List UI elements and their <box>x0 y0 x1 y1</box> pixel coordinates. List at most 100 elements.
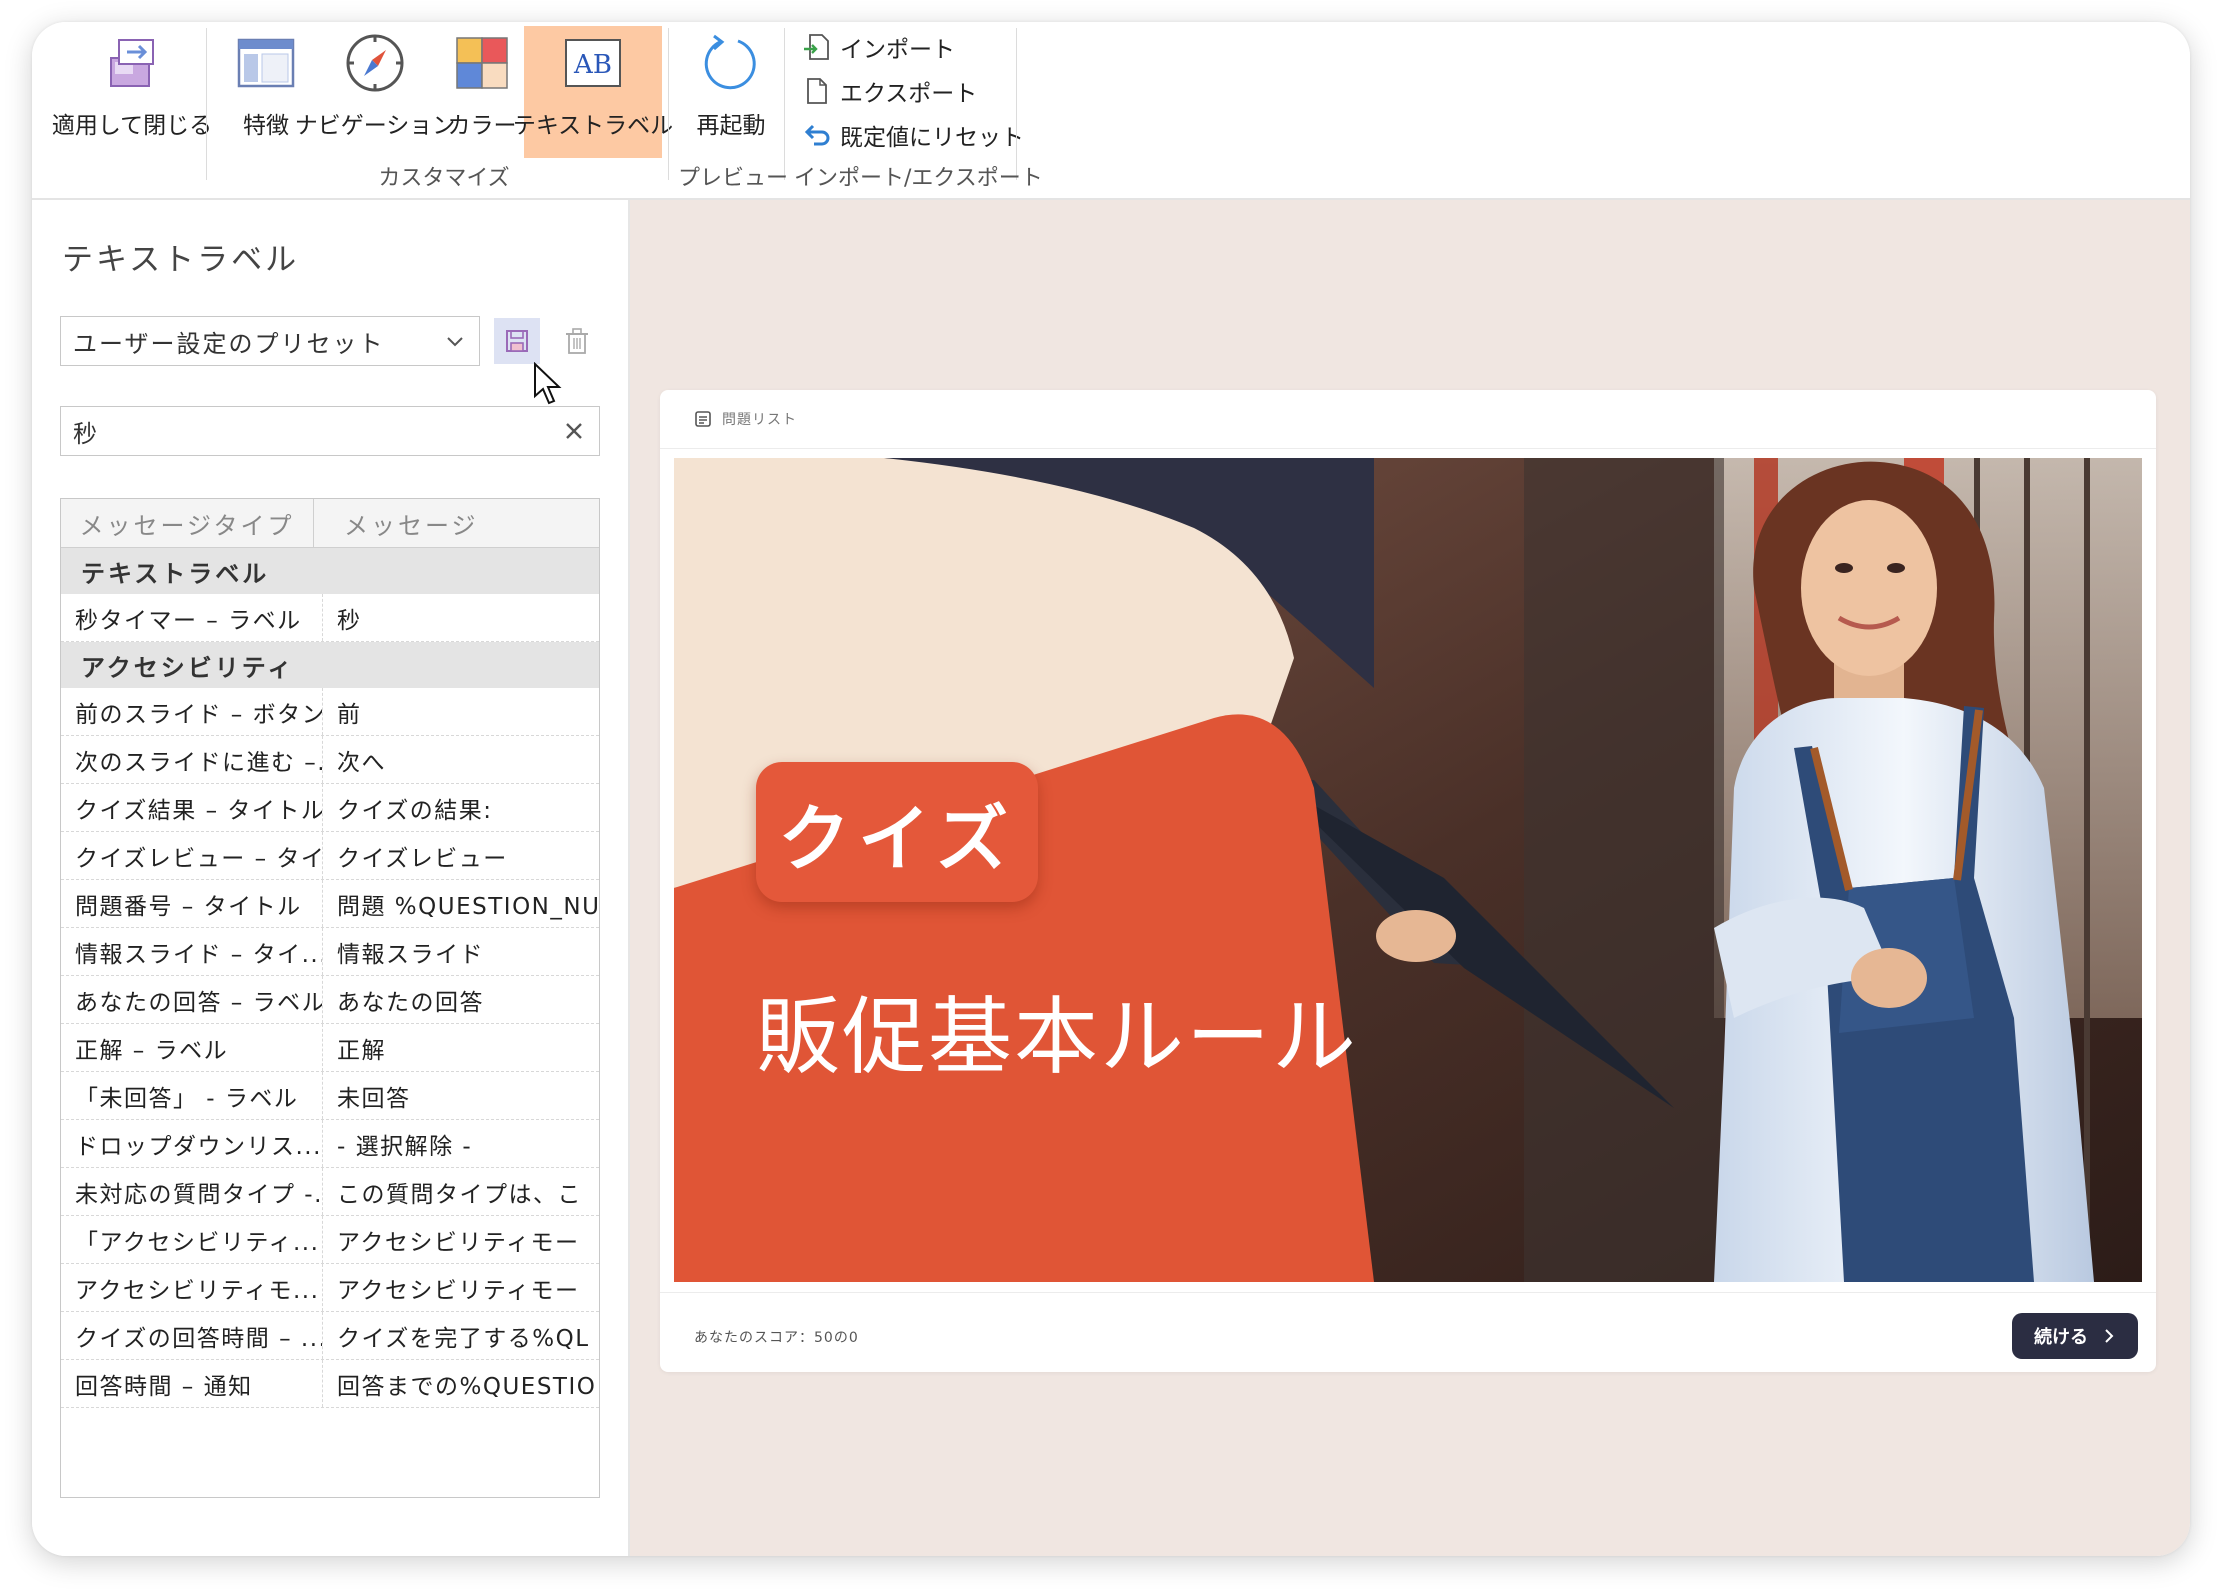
grid-section-header: テキストラベル <box>61 548 599 594</box>
export-button[interactable]: エクスポート <box>802 72 977 110</box>
continue-button[interactable]: 続ける <box>2012 1313 2138 1359</box>
message-cell[interactable]: 前 <box>323 688 599 735</box>
grid-row[interactable]: クイズの回答時間 – ... クイズを完了する%QL <box>61 1312 599 1360</box>
app-window: 適用して閉じる 特徴 ナビゲーション カラー AB テキストラベル 再起動 イン… <box>32 22 2190 1556</box>
message-cell[interactable]: クイズの結果: <box>323 784 599 831</box>
navigation-button[interactable]: ナビゲーション <box>295 26 455 158</box>
message-cell[interactable]: アクセシビリティモー <box>323 1216 599 1263</box>
grid-row[interactable]: 「未回答」 - ラベル 未回答 <box>61 1072 599 1120</box>
grid-row[interactable]: 正解 – ラベル 正解 <box>61 1024 599 1072</box>
restart-icon <box>704 34 756 90</box>
ribbon-separator <box>784 28 785 180</box>
text-labels-panel: テキストラベル ユーザー設定のプリセット 秒 メッセージタイプ メッセージ テキ… <box>32 200 630 1556</box>
navigation-icon <box>346 34 404 92</box>
message-type-cell: あなたの回答 – ラベル <box>61 976 323 1023</box>
import-label: インポート <box>840 37 955 63</box>
group-import-export-label: インポート/エクスポート <box>794 166 1043 191</box>
clear-icon[interactable] <box>561 418 587 444</box>
question-list-label: 問題リスト <box>722 412 797 428</box>
message-type-cell: ドロップダウンリス... <box>61 1120 323 1167</box>
grid-row[interactable]: 回答時間 – 通知 回答までの%QUESTIO <box>61 1360 599 1408</box>
grid-row[interactable]: クイズ結果 – タイトル クイズの結果: <box>61 784 599 832</box>
grid-row[interactable]: クイズレビュー – タイ...クイズレビュー <box>61 832 599 880</box>
message-type-cell: 問題番号 – タイトル <box>61 880 323 927</box>
apply-close-icon <box>110 39 154 87</box>
grid-row[interactable]: 問題番号 – タイトル 問題 %QUESTION_NUI <box>61 880 599 928</box>
grid-row[interactable]: 未対応の質問タイプ -... この質問タイプは、こ <box>61 1168 599 1216</box>
svg-text:AB: AB <box>573 50 612 80</box>
quiz-player: 問題リスト クイズ 販促基本ルール あなたのスコア：50の0 続ける <box>660 390 2156 1372</box>
player-top-bar: 問題リスト <box>660 390 2156 449</box>
text-labels-label: テキストラベル <box>512 113 674 139</box>
export-label: エクスポート <box>840 81 978 107</box>
grid-row[interactable]: 情報スライド – タイ... 情報スライド <box>61 928 599 976</box>
message-type-cell: 回答時間 – 通知 <box>61 1360 323 1407</box>
restart-label: 再起動 <box>696 113 766 139</box>
restart-button[interactable]: 再起動 <box>678 26 784 158</box>
text-labels-button[interactable]: AB テキストラベル <box>513 26 673 158</box>
message-cell[interactable]: アクセシビリティモー <box>323 1264 599 1311</box>
quiz-slide: クイズ 販促基本ルール <box>674 458 2142 1282</box>
grid-row[interactable]: アクセシビリティモ... アクセシビリティモー <box>61 1264 599 1312</box>
reset-button[interactable]: 既定値にリセット <box>802 116 1024 154</box>
grid-body: テキストラベル 秒タイマー – ラベル秒アクセシビリティ 前のスライド – ボタン前… <box>61 548 599 1408</box>
trash-icon <box>566 328 588 354</box>
message-cell[interactable]: 問題 %QUESTION_NUI <box>323 880 599 927</box>
message-type-cell: クイズレビュー – タイ... <box>61 832 323 879</box>
chevron-right-icon <box>2105 1329 2114 1343</box>
color-label: カラー <box>447 113 517 139</box>
preset-dropdown[interactable]: ユーザー設定のプリセット <box>60 316 480 366</box>
apply-close-button[interactable]: 適用して閉じる <box>44 26 220 158</box>
message-type-cell: 未対応の質問タイプ -... <box>61 1168 323 1215</box>
message-type-cell: クイズの回答時間 – ... <box>61 1312 323 1359</box>
message-cell[interactable]: 未回答 <box>323 1072 599 1119</box>
search-input[interactable]: 秒 <box>60 406 600 456</box>
slide-title: 販促基本ルール <box>756 988 1359 1086</box>
grid-row[interactable]: あなたの回答 – ラベル あなたの回答 <box>61 976 599 1024</box>
features-label: 特徴 <box>243 113 289 139</box>
features-icon <box>237 38 295 88</box>
ribbon: 適用して閉じる 特徴 ナビゲーション カラー AB テキストラベル 再起動 イン… <box>32 22 2190 200</box>
message-cell[interactable]: あなたの回答 <box>323 976 599 1023</box>
message-type-cell: 「アクセシビリティ... <box>61 1216 323 1263</box>
message-cell[interactable]: この質問タイプは、こ <box>323 1168 599 1215</box>
message-cell[interactable]: 情報スライド <box>323 928 599 975</box>
message-type-cell: 前のスライド – ボタン <box>61 688 323 735</box>
delete-preset-button[interactable] <box>554 318 600 364</box>
import-icon <box>804 34 829 60</box>
panel-title: テキストラベル <box>62 242 300 278</box>
preview-area: 問題リスト クイズ 販促基本ルール あなたのスコア：50の0 続ける <box>630 200 2190 1556</box>
grid-row[interactable]: 次のスライドに進む –... 次へ <box>61 736 599 784</box>
grid-row[interactable]: 「アクセシビリティ... アクセシビリティモー <box>61 1216 599 1264</box>
list-icon <box>695 411 711 427</box>
message-cell[interactable]: 秒 <box>323 594 599 641</box>
player-bottom-bar: あなたのスコア：50の0 続ける <box>660 1292 2156 1372</box>
message-cell[interactable]: - 選択解除 - <box>323 1120 599 1167</box>
group-customize-label: カスタマイズ <box>378 166 510 191</box>
message-type-cell: クイズ結果 – タイトル <box>61 784 323 831</box>
import-button[interactable]: インポート <box>802 28 955 66</box>
column-header-type[interactable]: メッセージタイプ <box>61 499 314 547</box>
grid-row[interactable]: 前のスライド – ボタン前 <box>61 688 599 736</box>
save-preset-button[interactable] <box>494 318 540 364</box>
column-header-message[interactable]: メッセージ <box>314 499 599 547</box>
chevron-down-icon <box>447 337 463 347</box>
grid-header: メッセージタイプ メッセージ <box>61 499 599 548</box>
message-cell[interactable]: クイズを完了する%QL <box>323 1312 599 1359</box>
grid-row[interactable]: ドロップダウンリス... - 選択解除 - <box>61 1120 599 1168</box>
message-cell[interactable]: 正解 <box>323 1024 599 1071</box>
search-value: 秒 <box>73 419 97 448</box>
message-cell[interactable]: 回答までの%QUESTIO <box>323 1360 599 1407</box>
export-icon <box>807 78 827 104</box>
message-type-cell: 次のスライドに進む –... <box>61 736 323 783</box>
navigation-label: ナビゲーション <box>294 113 456 139</box>
message-type-cell: 「未回答」 - ラベル <box>61 1072 323 1119</box>
mouse-cursor-icon <box>534 362 562 405</box>
question-list-button[interactable]: 問題リスト <box>694 409 797 429</box>
reset-icon <box>804 124 830 146</box>
message-grid: メッセージタイプ メッセージ テキストラベル 秒タイマー – ラベル秒アクセシビリ… <box>60 498 600 1498</box>
grid-row[interactable]: 秒タイマー – ラベル秒 <box>61 594 599 642</box>
message-cell[interactable]: 次へ <box>323 736 599 783</box>
message-cell[interactable]: クイズレビュー <box>323 832 599 879</box>
color-button[interactable]: カラー <box>444 26 520 158</box>
